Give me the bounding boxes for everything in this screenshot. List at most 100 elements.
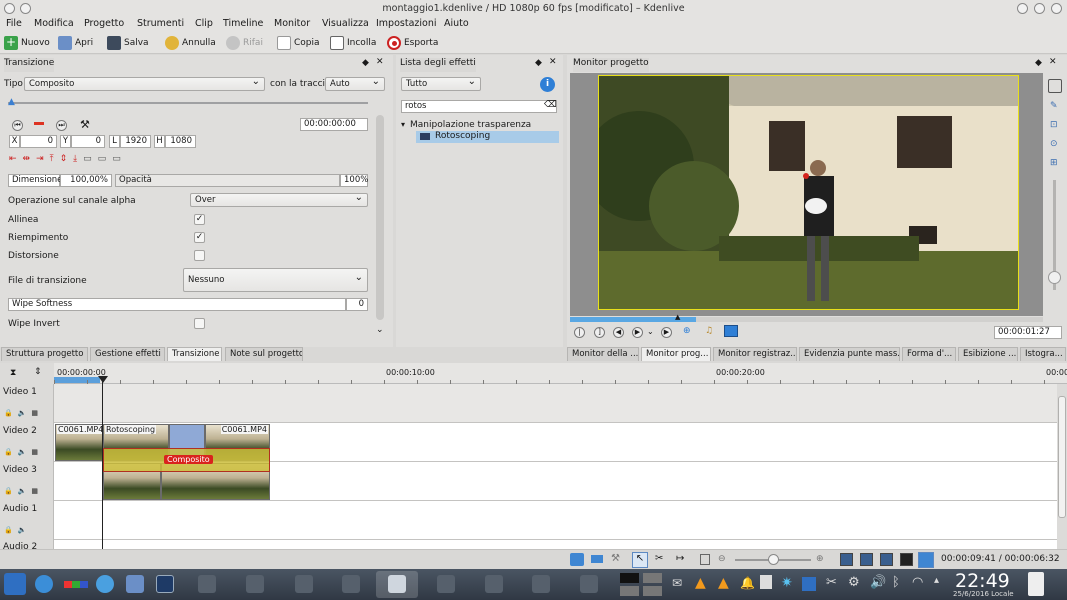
track-controls-audio1[interactable]: 🔒🔈 — [4, 526, 31, 534]
track-row-video1[interactable] — [54, 384, 1057, 423]
wifi-icon[interactable]: ◠ — [912, 575, 923, 590]
maximize-icon[interactable] — [1034, 3, 1045, 14]
track-row-audio2[interactable] — [54, 540, 1057, 549]
l-field[interactable]: 1920 — [120, 135, 151, 148]
zoom-slider-handle[interactable] — [768, 554, 779, 565]
play-zone-icon[interactable]: | — [574, 327, 585, 338]
playhead-handle[interactable] — [98, 376, 108, 383]
float-icon[interactable]: ◆ — [535, 58, 542, 68]
timeline-vscroll[interactable] — [1057, 384, 1067, 549]
pager-desktop-4[interactable] — [643, 586, 662, 596]
monitor-tool-icon-1[interactable] — [1048, 79, 1062, 93]
tab-effects-manager[interactable]: Gestione effetti — [90, 347, 165, 361]
tab-project-monitor[interactable]: Monitor prog... — [641, 347, 711, 361]
select-tool-icon[interactable]: ↖ — [632, 552, 648, 568]
bluetooth-icon[interactable]: ᛒ — [892, 575, 900, 590]
track-combo[interactable]: Auto — [325, 76, 385, 91]
snap-toggle-icon[interactable] — [918, 552, 934, 568]
tray-expand-icon[interactable]: ▴ — [934, 575, 939, 586]
razor-tool-icon[interactable]: ✂ — [655, 553, 663, 564]
browser-icon[interactable] — [35, 575, 53, 593]
menu-view[interactable]: Visualizza — [322, 17, 369, 30]
remove-keyframe-icon[interactable] — [34, 122, 44, 125]
clear-search-icon[interactable]: ⌫ — [544, 100, 557, 110]
scrollbar[interactable] — [376, 115, 384, 320]
audio-icon[interactable]: ♫ — [705, 326, 713, 336]
menu-project[interactable]: Progetto — [84, 17, 124, 30]
track-row-audio1[interactable] — [54, 501, 1057, 540]
markers-icon[interactable] — [880, 553, 893, 566]
task-icon-8[interactable] — [532, 575, 550, 593]
spacer-tool-icon[interactable]: ↦ — [676, 553, 684, 564]
vlc-icon-1[interactable]: ▲ — [695, 575, 706, 591]
scroll-down-icon[interactable]: ⌄ — [376, 325, 384, 335]
monitor-tool-icon-3[interactable]: ⊡ — [1050, 120, 1058, 130]
menu-monitor[interactable]: Monitor — [274, 17, 310, 30]
menu-help[interactable]: Aiuto — [444, 17, 469, 30]
effects-filter-combo[interactable]: Tutto — [401, 76, 481, 91]
fill-checkbox[interactable]: ✓ — [194, 232, 205, 243]
y-field[interactable]: 0 — [71, 135, 105, 148]
monitor-zoom-handle[interactable] — [1048, 271, 1061, 284]
copy-button[interactable]: Copia — [277, 35, 320, 51]
tab-waveform[interactable]: Forma d'... — [902, 347, 956, 361]
next-keyframe-icon[interactable]: ⏭ — [56, 120, 67, 131]
timeline-ruler[interactable]: 00:00:00:00 00:00:10:00 00:00:20:00 00:0… — [54, 363, 1067, 384]
monitor-tool-icon-4[interactable]: ⊙ — [1050, 139, 1058, 149]
float-icon[interactable]: ◆ — [1035, 58, 1042, 68]
file-combo[interactable]: Nessuno — [183, 267, 368, 292]
mail-icon[interactable]: ✉ — [672, 576, 682, 590]
tab-clip-monitor[interactable]: Monitor della ... — [567, 347, 639, 361]
align-left-icon[interactable]: ⇤ — [9, 154, 17, 166]
tools-icon[interactable]: ⚒ — [80, 118, 90, 131]
terminal-icon[interactable] — [156, 575, 174, 593]
opacity-field[interactable]: 100% — [340, 174, 368, 187]
effect-item-selected[interactable]: Rotoscoping — [416, 131, 559, 143]
task-icon-6[interactable] — [437, 575, 455, 593]
forward-icon[interactable]: ▶ — [661, 327, 672, 338]
timeline-playhead[interactable] — [102, 377, 103, 549]
menu-clip[interactable]: Clip — [195, 17, 213, 30]
split-audio-icon[interactable] — [570, 553, 584, 566]
clipboard-icon[interactable] — [760, 575, 772, 589]
slider-handle[interactable]: ▲ — [8, 97, 15, 107]
tab-audio-peaks[interactable]: Evidenzia punte mass... — [799, 347, 900, 361]
settings-icon[interactable]: ⚙ — [848, 575, 860, 590]
float-icon[interactable]: ◆ — [362, 58, 369, 68]
undo-button[interactable]: Annulla — [165, 35, 216, 51]
file-manager-icon[interactable] — [126, 575, 144, 593]
clip-video2-a[interactable]: C0061.MP4 — [55, 424, 105, 461]
task-icon-7[interactable] — [485, 575, 503, 593]
effects-category[interactable]: Manipolazione trasparenza — [410, 120, 531, 130]
align-vcenter-icon[interactable]: ⇕ — [60, 154, 68, 166]
position-slider[interactable] — [8, 102, 368, 104]
video-thumbnails-icon[interactable] — [840, 553, 853, 566]
alpha-combo[interactable]: Over — [190, 192, 368, 207]
task-icon-3[interactable] — [295, 575, 313, 593]
save-button[interactable]: Salva — [107, 35, 149, 51]
expand-arrow-icon[interactable]: ▾ — [401, 120, 405, 129]
pager-desktop-2[interactable] — [643, 573, 662, 583]
track-sort-icon[interactable]: ⇕ — [34, 367, 42, 377]
tab-histogram[interactable]: Istogra... — [1020, 347, 1066, 361]
size-field[interactable]: 100,00% — [60, 174, 112, 187]
new-button[interactable]: + Nuovo — [4, 35, 50, 51]
composite-transition[interactable]: Composito — [103, 448, 270, 472]
type-combo[interactable]: Composito — [24, 76, 265, 91]
track-controls-video2[interactable]: 🔒🔈▦ — [4, 448, 43, 456]
activities-icon[interactable] — [64, 581, 88, 588]
close-panel-icon[interactable]: ✕ — [376, 57, 384, 67]
menu-tools[interactable]: Strumenti — [137, 17, 184, 30]
zoom-icon[interactable]: ⊕ — [683, 326, 691, 336]
wipe-softness-field[interactable]: 0 — [346, 298, 368, 311]
monitor-tool-icon-5[interactable]: ⊞ — [1050, 158, 1058, 168]
tab-project-tree[interactable]: Struttura progetto — [1, 347, 88, 361]
adjust-icon-2[interactable]: ▭ — [98, 154, 107, 166]
playhead-marker[interactable]: ▲ — [675, 313, 680, 321]
menu-timeline[interactable]: Timeline — [223, 17, 263, 30]
video-frame[interactable] — [598, 75, 1019, 310]
pager-desktop-1[interactable] — [620, 573, 639, 583]
updates-icon[interactable] — [802, 577, 816, 591]
cut-icon[interactable]: ✂ — [826, 575, 837, 590]
tab-project-notes[interactable]: Note sul progetto — [225, 347, 303, 361]
